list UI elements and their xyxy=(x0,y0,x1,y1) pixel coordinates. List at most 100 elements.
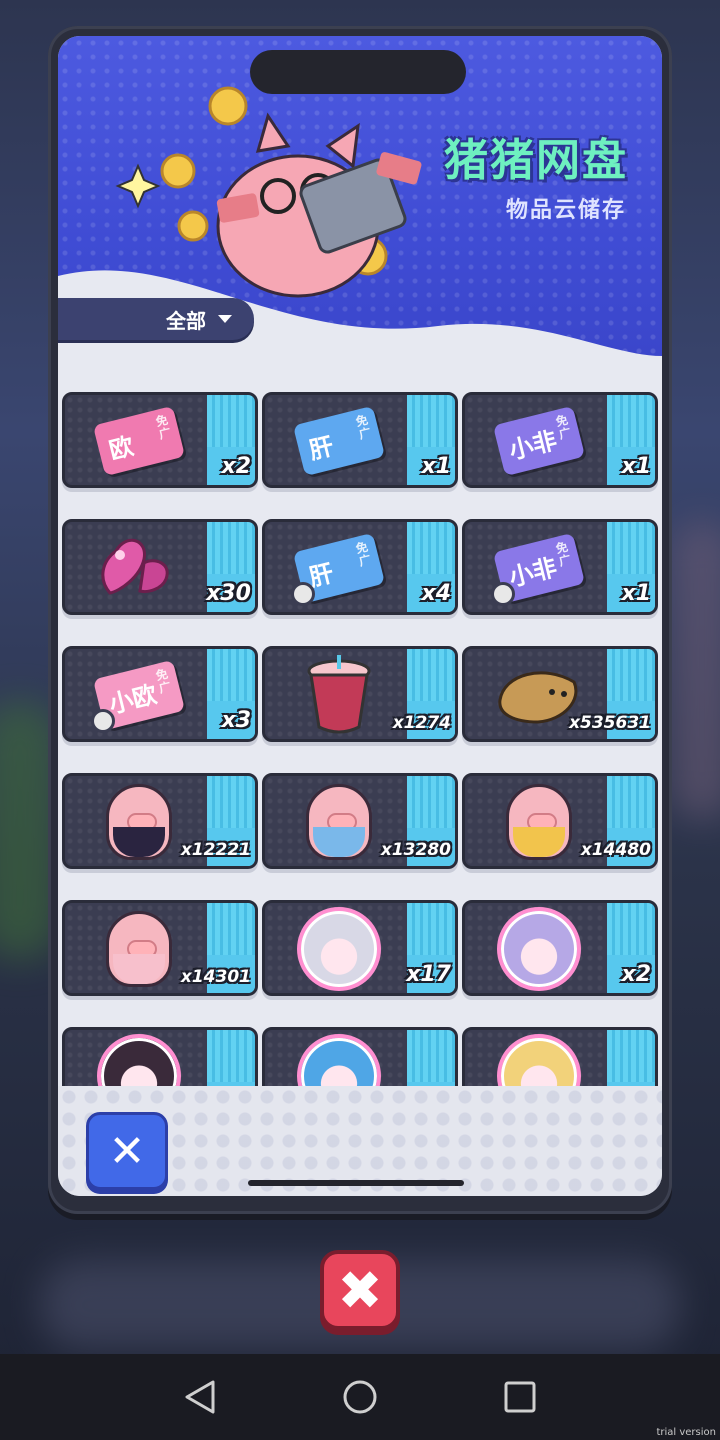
item-count: x14480 xyxy=(580,840,651,860)
item-count: x13280 xyxy=(380,840,451,860)
item-count: x1 xyxy=(421,454,452,479)
item-icon xyxy=(291,907,387,991)
inventory-slot[interactable]: x14480 xyxy=(461,758,659,869)
inventory-slot[interactable]: 肝 免广 x4 xyxy=(261,504,459,615)
pig-character-icon xyxy=(106,911,172,987)
drink-cup-icon xyxy=(307,655,371,734)
inventory-slot[interactable]: x14301 xyxy=(61,885,259,996)
home-indicator xyxy=(248,1180,464,1186)
inventory-slot[interactable]: 小欧 免广 x3 xyxy=(61,631,259,742)
ticket-tag: 免广 xyxy=(354,412,373,442)
item-count: x1 xyxy=(621,581,652,606)
inventory-row xyxy=(61,1012,659,1086)
item-count: x17 xyxy=(406,962,451,987)
nav-back-icon[interactable] xyxy=(183,1379,217,1415)
item-icon: 肝 免广 xyxy=(291,403,387,479)
item-icon xyxy=(491,1034,587,1086)
phone-frame: 猪猪网盘 物品云储存 全部 欧 免广 x2 肝 免广 x1 小非 免广 x1 x… xyxy=(48,26,672,1214)
puzzle-piece-icon xyxy=(491,582,515,606)
pig-character-icon xyxy=(106,784,172,860)
item-icon xyxy=(91,911,187,987)
inventory-row: x12221 x13280 x14480 xyxy=(61,758,659,869)
ticket-label: 小欧 xyxy=(106,679,160,719)
bottom-bar: ✕ xyxy=(58,1086,662,1196)
pig-outfit xyxy=(113,954,165,984)
item-icon xyxy=(291,1034,387,1086)
inventory-slot[interactable]: 小非 免广 x1 xyxy=(461,384,659,488)
character-avatar-icon xyxy=(297,1034,381,1086)
character-avatar-icon xyxy=(497,1034,581,1086)
puzzle-piece-icon xyxy=(291,582,315,606)
ticket-tag: 免广 xyxy=(354,539,373,569)
pig-outfit xyxy=(113,827,165,857)
background-scene-right xyxy=(672,520,720,820)
ticket-tag: 免广 xyxy=(554,412,573,442)
inventory-row: 小欧 免广 x3 x1274 x535631 xyxy=(61,631,659,742)
watermark: trial version xyxy=(656,1427,716,1438)
ticket-icon: 欧 免广 xyxy=(92,405,186,477)
heart-gem-icon xyxy=(101,538,169,595)
item-icon xyxy=(291,655,387,734)
inventory-slot[interactable]: x13280 xyxy=(261,758,459,869)
nav-home-icon[interactable] xyxy=(342,1379,378,1415)
inventory-slot[interactable]: 肝 免广 x1 xyxy=(261,384,459,488)
close-dialog-button[interactable]: ✖ xyxy=(320,1250,400,1330)
item-count: x3 xyxy=(221,708,252,733)
slot-stripe xyxy=(607,1030,655,1086)
app-title: 猪猪网盘 xyxy=(444,135,628,186)
item-icon xyxy=(491,784,587,860)
android-navigation-bar xyxy=(0,1354,720,1440)
ticket-tag: 免广 xyxy=(154,666,173,696)
inventory-slot[interactable]: x1274 xyxy=(261,631,459,742)
item-icon: 小非 免广 xyxy=(491,403,587,479)
item-count: x2 xyxy=(621,962,652,987)
ticket-icon: 小非 免广 xyxy=(492,405,586,477)
phone-notch xyxy=(250,50,466,94)
item-icon xyxy=(91,784,187,860)
chevron-down-icon xyxy=(218,315,232,323)
inventory-slot[interactable] xyxy=(261,1012,459,1086)
inventory-slot[interactable]: x2 xyxy=(461,885,659,996)
item-icon xyxy=(291,784,387,860)
character-avatar-icon xyxy=(297,907,381,991)
inventory-row: 欧 免广 x2 肝 免广 x1 小非 免广 x1 xyxy=(61,384,659,488)
ticket-label: 肝 xyxy=(306,431,337,465)
inventory-slot[interactable] xyxy=(61,1012,259,1086)
app-subtitle: 物品云储存 xyxy=(505,198,626,223)
item-count: x535631 xyxy=(569,713,651,733)
character-avatar-icon xyxy=(497,907,581,991)
item-count: x12221 xyxy=(180,840,251,860)
inventory-row: x30 肝 免广 x4 小非 免广 x1 xyxy=(61,504,659,615)
close-button[interactable]: ✕ xyxy=(86,1112,168,1190)
pig-outfit xyxy=(313,827,365,857)
inventory-slot[interactable] xyxy=(461,1012,659,1086)
item-count: x1 xyxy=(621,454,652,479)
inventory-slot[interactable]: 小非 免广 x1 xyxy=(461,504,659,615)
inventory-grid[interactable]: 欧 免广 x2 肝 免广 x1 小非 免广 x1 x30 肝 免广 x4 小非 … xyxy=(58,384,662,1086)
filter-label: 全部 xyxy=(166,308,206,333)
phone-screen: 猪猪网盘 物品云储存 全部 欧 免广 x2 肝 免广 x1 小非 免广 x1 x… xyxy=(58,36,662,1196)
item-icon: 欧 免广 xyxy=(91,403,187,479)
nav-recents-icon[interactable] xyxy=(503,1380,537,1414)
pig-character-icon xyxy=(506,784,572,860)
inventory-slot[interactable]: x12221 xyxy=(61,758,259,869)
item-count: x30 xyxy=(206,581,251,606)
puzzle-piece-icon xyxy=(91,709,115,733)
pig-character-icon xyxy=(306,784,372,860)
slot-stripe xyxy=(207,1030,255,1086)
inventory-slot[interactable]: 欧 免广 x2 xyxy=(61,384,259,488)
inventory-slot[interactable]: x30 xyxy=(61,504,259,615)
inventory-slot[interactable]: x535631 xyxy=(461,631,659,742)
item-count: x14301 xyxy=(180,967,251,987)
item-icon xyxy=(91,530,187,606)
ticket-tag: 免广 xyxy=(154,412,173,442)
character-avatar-icon xyxy=(97,1034,181,1086)
item-count: x4 xyxy=(421,581,452,606)
item-count: x2 xyxy=(221,454,252,479)
slot-stripe xyxy=(407,1030,455,1086)
item-icon xyxy=(91,1034,187,1086)
inventory-slot[interactable]: x17 xyxy=(261,885,459,996)
ticket-label: 小非 xyxy=(506,425,560,465)
item-icon xyxy=(491,907,587,991)
category-filter-dropdown[interactable]: 全部 xyxy=(58,298,254,340)
